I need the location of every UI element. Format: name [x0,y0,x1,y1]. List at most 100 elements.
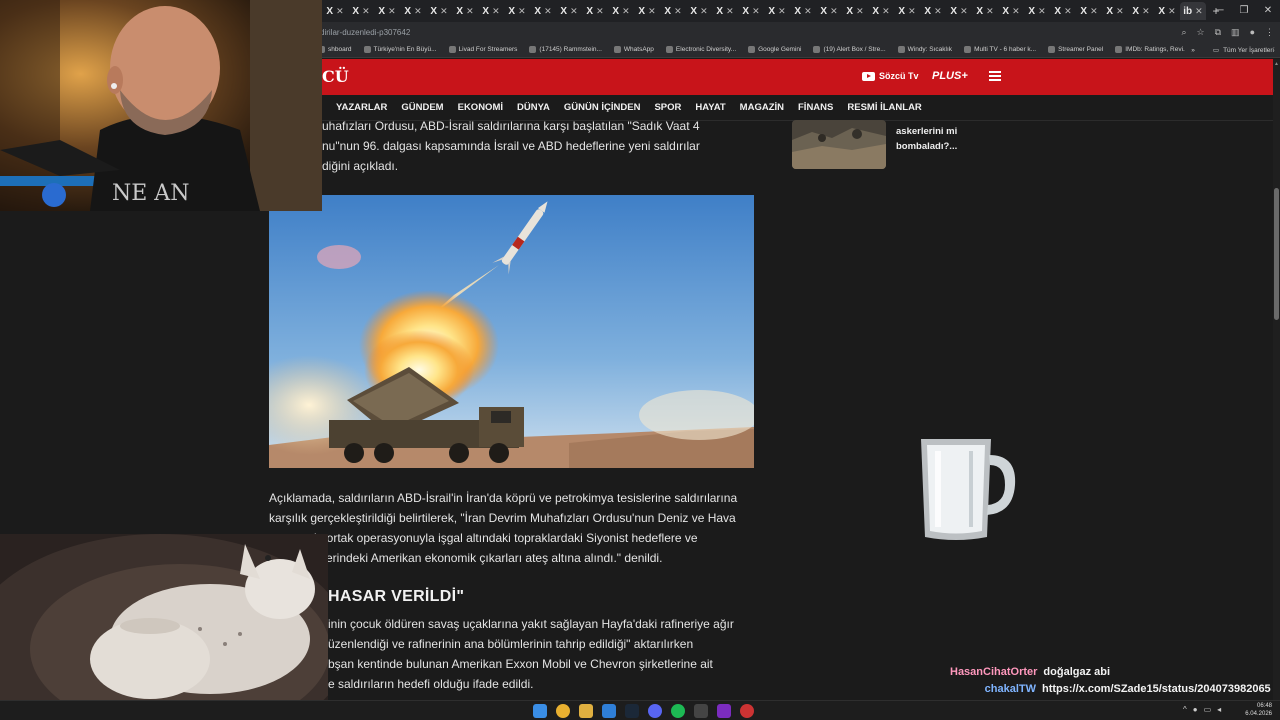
related-article-thumbnail[interactable] [792,120,886,169]
browser-tab[interactable]: X ✕ [452,2,478,20]
tab-close-icon[interactable]: ✕ [1064,6,1072,17]
scrollbar-thumb[interactable] [1274,188,1279,320]
bookmark-star-icon[interactable]: ☆ [1197,27,1205,38]
tab-close-icon[interactable]: ✕ [1012,6,1020,17]
browser-tab[interactable]: X ✕ [998,2,1024,20]
spotify-icon[interactable] [671,704,685,718]
browser-tab[interactable]: X ✕ [634,2,660,20]
browser-tab[interactable]: X ✕ [972,2,998,20]
browser-tab[interactable]: X ✕ [322,2,348,20]
tab-close-icon[interactable]: ✕ [414,6,422,17]
browser-tab[interactable]: X ✕ [348,2,374,20]
menu-icon[interactable]: ⋮ [1265,27,1274,38]
browser-tab[interactable]: X ✕ [764,2,790,20]
nav-item[interactable]: SPOR [654,102,681,113]
tab-close-icon[interactable]: ✕ [1195,6,1203,17]
chrome-icon[interactable] [556,704,570,718]
nav-item[interactable]: GÜNÜN İÇİNDEN [564,102,641,113]
browser-tab[interactable]: X ✕ [1050,2,1076,20]
bookmark-item[interactable]: IMDb: Ratings, Revi... [1115,46,1188,53]
tab-close-icon[interactable]: ✕ [518,6,526,17]
browser-tab[interactable]: X ✕ [660,2,686,20]
browser-tab[interactable]: X ✕ [478,2,504,20]
maximize-icon[interactable]: ❐ [1232,0,1256,22]
nav-item[interactable]: MAGAZİN [740,102,784,113]
page-scrollbar[interactable]: ▲ [1273,59,1280,700]
plus-link[interactable]: PLUS+ [932,70,968,82]
bookmark-item[interactable]: shboard [318,46,352,53]
tab-close-icon[interactable]: ✕ [830,6,838,17]
scroll-up-icon[interactable]: ▲ [1273,61,1280,67]
tab-close-icon[interactable]: ✕ [1142,6,1150,17]
profile-icon[interactable]: ● [1250,27,1255,37]
tab-close-icon[interactable]: ✕ [362,6,370,17]
clock[interactable]: 06:48 6.04.2026 [1240,702,1272,718]
obs-icon[interactable] [740,704,754,718]
sidebar-icon[interactable]: ▥ [1231,27,1240,38]
hamburger-menu-icon[interactable] [989,71,1001,81]
tab-close-icon[interactable]: ✕ [986,6,994,17]
volume-icon[interactable]: ◂ [1217,705,1221,714]
tab-close-icon[interactable]: ✕ [336,6,344,17]
app-icon[interactable] [717,704,731,718]
tab-close-icon[interactable]: ✕ [934,6,942,17]
nav-item[interactable]: DÜNYA [517,102,550,113]
app-icon[interactable] [602,704,616,718]
tab-close-icon[interactable]: ✕ [570,6,578,17]
bookmark-item[interactable]: WhatsApp [613,46,654,53]
tab-close-icon[interactable]: ✕ [1116,6,1124,17]
nav-item[interactable]: EKONOMİ [458,102,503,113]
browser-tab[interactable]: X ✕ [1076,2,1102,20]
tab-close-icon[interactable]: ✕ [882,6,890,17]
browser-tab[interactable]: X ✕ [894,2,920,20]
browser-tab[interactable]: X ✕ [1154,2,1180,20]
browser-tab[interactable]: X ✕ [946,2,972,20]
bookmark-item[interactable]: Google Gemini [748,46,801,53]
tab-close-icon[interactable]: ✕ [752,6,760,17]
tab-close-icon[interactable]: ✕ [622,6,630,17]
browser-tab[interactable]: X ✕ [1128,2,1154,20]
browser-tab[interactable]: X ✕ [868,2,894,20]
tab-close-icon[interactable]: ✕ [466,6,474,17]
tab-close-icon[interactable]: ✕ [1038,6,1046,17]
tab-close-icon[interactable]: ✕ [492,6,500,17]
file-explorer-icon[interactable] [579,704,593,718]
all-bookmarks-link[interactable]: Tüm Yer İşaretleri [1223,47,1274,54]
browser-tab[interactable]: X ✕ [1024,2,1050,20]
bookmark-item[interactable]: Livad For Streamers [448,46,517,53]
browser-tab[interactable]: X ✕ [582,2,608,20]
related-article-title[interactable]: askerlerini mi bombaladı?... [896,124,976,154]
browser-tab[interactable]: X ✕ [738,2,764,20]
browser-tab[interactable]: X ✕ [426,2,452,20]
tab-active[interactable]: ib ✕ [1180,2,1206,20]
browser-tab[interactable]: X ✕ [400,2,426,20]
tab-close-icon[interactable]: ✕ [1090,6,1098,17]
bookmark-item[interactable]: Windy: Sıcaklık [897,46,952,53]
nav-item[interactable]: HAYAT [695,102,725,113]
minimize-icon[interactable]: ─ [1208,0,1232,22]
tab-close-icon[interactable]: ✕ [674,6,682,17]
bookmark-item[interactable]: Streamer Panel [1048,46,1103,53]
url-field[interactable]: dirilar-duzenledi-p307642 [320,28,410,37]
zoom-icon[interactable]: ⌕ [1181,27,1186,38]
tab-close-icon[interactable]: ✕ [700,6,708,17]
tab-close-icon[interactable]: ✕ [856,6,864,17]
bookmark-item[interactable]: (17145) Rammstein... [529,46,602,53]
tab-close-icon[interactable]: ✕ [908,6,916,17]
browser-tab[interactable]: X ✕ [608,2,634,20]
browser-tab[interactable]: X ✕ [504,2,530,20]
bookmark-item[interactable]: Electronic Diversity... [665,46,736,53]
nav-item[interactable]: GÜNDEM [401,102,443,113]
nav-item[interactable]: YAZARLAR [336,102,387,113]
nav-item[interactable]: FİNANS [798,102,833,113]
tray-chevron-icon[interactable]: ^ [1183,705,1187,714]
bookmark-item[interactable]: (19) Alert Box / Stre... [813,46,886,53]
app-icon[interactable] [694,704,708,718]
bookmarks-more[interactable]: » [1191,47,1195,54]
browser-tab[interactable]: X ✕ [686,2,712,20]
sozcu-tv-link[interactable]: Sözcü Tv [862,71,919,81]
bookmark-item[interactable]: Multi TV - 6 haber k... [964,46,1036,53]
browser-tab[interactable]: X ✕ [842,2,868,20]
browser-tab[interactable]: X ✕ [530,2,556,20]
browser-tab[interactable]: X ✕ [1102,2,1128,20]
